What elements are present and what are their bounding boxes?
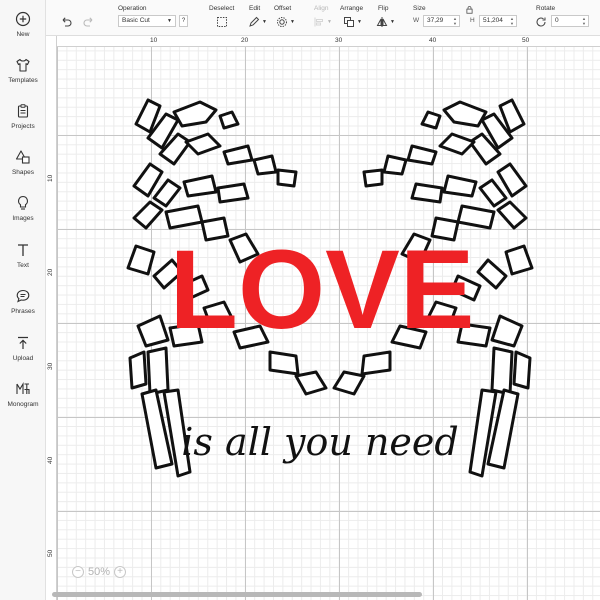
undo-icon — [62, 16, 72, 27]
bulb-icon — [18, 195, 28, 210]
speech-bubble-icon — [16, 289, 30, 303]
edit-label: Edit — [249, 5, 261, 12]
sidebar-item-upload[interactable]: Upload — [0, 333, 46, 379]
height-letter: H — [470, 17, 475, 24]
sidebar-item-label: Phrases — [11, 308, 35, 315]
rotate-value: 0 — [555, 17, 559, 24]
zoom-control: − 50% + — [72, 565, 127, 579]
horizontal-scrollbar[interactable] — [52, 592, 422, 597]
spinner-icon: ▲ ▼ — [510, 16, 514, 26]
ruler-tick: 10 — [150, 37, 158, 44]
operation-value: Basic Cut — [122, 17, 150, 24]
ruler-tick: 30 — [335, 37, 343, 44]
sidebar: New Templates Projects Shapes Images Tex… — [0, 0, 46, 600]
spinner-icon: ▲ ▼ — [453, 16, 457, 26]
width-letter: W — [413, 17, 420, 24]
sidebar-item-label: Upload — [12, 355, 34, 362]
lock-aspect-button[interactable] — [465, 5, 474, 14]
sidebar-item-text[interactable]: Text — [0, 240, 46, 286]
ruler-tick: 20 — [241, 37, 249, 44]
chevron-down-icon: ▼ — [290, 18, 295, 25]
zoom-value: 50% — [88, 566, 111, 578]
sidebar-item-images[interactable]: Images — [0, 193, 46, 239]
arrange-icon — [344, 16, 354, 27]
love-word: LOVE — [170, 227, 475, 352]
ruler-left: 10 20 30 40 50 — [46, 36, 57, 600]
ruler-tick: 50 — [47, 549, 54, 557]
offset-button[interactable]: ▼ — [276, 15, 295, 28]
offset-label: Offset — [274, 5, 292, 12]
align-button[interactable]: ▼ — [313, 15, 332, 28]
sidebar-item-monogram[interactable]: Monogram — [0, 379, 46, 425]
sidebar-item-label: Shapes — [11, 169, 35, 176]
ruler-tick: 10 — [47, 174, 54, 182]
arrange-label: Arrange — [340, 5, 364, 12]
flip-button[interactable]: ▼ — [376, 15, 395, 28]
edit-button[interactable]: ▼ — [248, 15, 267, 28]
sidebar-item-label: New — [16, 31, 30, 38]
spinner-icon: ▲ ▼ — [582, 16, 586, 26]
ruler-tick: 20 — [47, 268, 54, 276]
clipboard-icon — [17, 104, 29, 118]
deselect-button[interactable] — [216, 15, 228, 28]
ruler-tick: 40 — [429, 37, 437, 44]
chevron-down-icon: ▼ — [390, 18, 395, 25]
chevron-down-icon: ▼ — [357, 18, 362, 25]
ruler-tick: 30 — [47, 362, 54, 370]
operation-help-button[interactable]: ? — [179, 15, 188, 27]
ruler-tick: 50 — [522, 37, 530, 44]
chevron-down-icon: ▼ — [167, 18, 172, 24]
love-skeleton-hands-artwork[interactable]: LOVE is all you need — [120, 90, 540, 500]
flip-label: Flip — [378, 5, 389, 12]
sidebar-item-projects[interactable]: Projects — [0, 101, 46, 147]
size-label: Size — [413, 5, 426, 12]
rotate-icon-wrap — [535, 15, 547, 28]
monogram-icon — [16, 382, 30, 394]
redo-icon — [83, 16, 93, 27]
width-input[interactable]: 37,29 ▲ ▼ — [423, 15, 460, 27]
offset-icon — [277, 16, 287, 27]
sidebar-item-templates[interactable]: Templates — [0, 55, 46, 101]
flip-icon — [376, 16, 388, 27]
shirt-icon — [16, 58, 30, 72]
align-label: Align — [314, 5, 329, 12]
plus-circle-icon — [15, 11, 31, 27]
shapes-icon — [15, 150, 30, 164]
chevron-down-icon: ▼ — [262, 18, 267, 25]
zoom-in-button[interactable]: + — [114, 566, 127, 578]
operation-label: Operation — [118, 5, 147, 12]
sidebar-item-phrases[interactable]: Phrases — [0, 286, 46, 332]
chevron-down-icon: ▼ — [327, 18, 332, 25]
height-input[interactable]: 51,204 ▲ ▼ — [479, 15, 517, 27]
width-value: 37,29 — [427, 17, 444, 24]
ruler-top: 10 20 30 40 50 — [46, 36, 600, 47]
text-icon — [18, 244, 28, 256]
sidebar-item-label: Projects — [11, 123, 35, 130]
undo-button[interactable] — [60, 15, 72, 28]
rotate-icon — [536, 17, 546, 27]
ruler-tick: 40 — [47, 456, 54, 464]
sidebar-item-label: Text — [17, 262, 29, 269]
rotate-label: Rotate — [536, 5, 556, 12]
redo-button[interactable] — [83, 15, 95, 28]
pencil-icon — [249, 16, 260, 27]
arrange-button[interactable]: ▼ — [343, 15, 362, 28]
lock-icon — [466, 6, 473, 14]
sidebar-item-new[interactable]: New — [0, 9, 46, 55]
rotate-input[interactable]: 0 ▲ ▼ — [551, 15, 589, 27]
tagline-script: is all you need — [181, 420, 458, 464]
deselect-label: Deselect — [209, 5, 235, 12]
height-value: 51,204 — [483, 17, 503, 24]
toolbar: Operation Basic Cut ▼ ? Deselect Edit ▼ … — [46, 0, 600, 36]
sidebar-item-label: Monogram — [7, 401, 39, 408]
deselect-icon — [217, 16, 227, 27]
sidebar-item-shapes[interactable]: Shapes — [0, 147, 46, 193]
align-icon — [314, 17, 323, 26]
upload-icon — [18, 336, 28, 349]
operation-select[interactable]: Basic Cut ▼ — [118, 15, 176, 27]
zoom-out-button[interactable]: − — [72, 566, 84, 578]
sidebar-item-label: Templates — [8, 77, 38, 84]
sidebar-item-label: Images — [12, 215, 34, 222]
